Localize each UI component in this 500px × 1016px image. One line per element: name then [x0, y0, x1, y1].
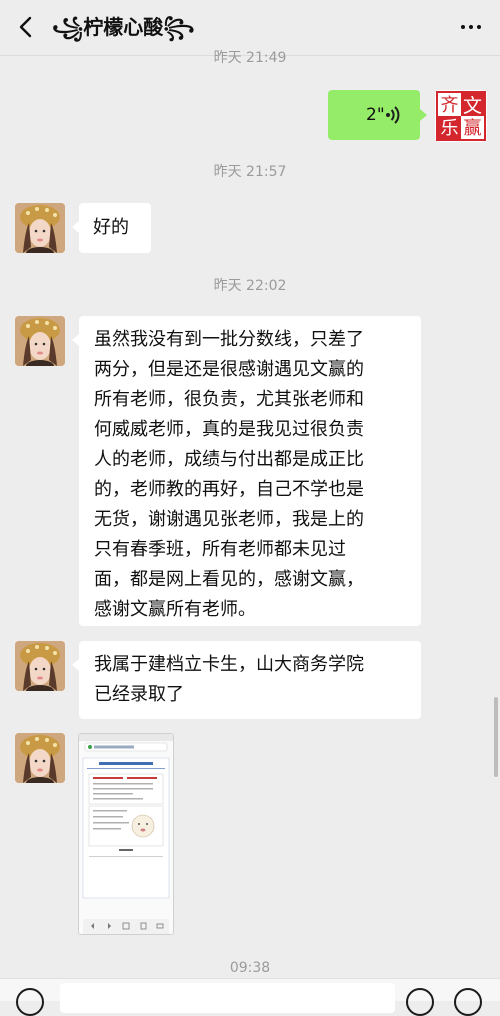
message-input[interactable]	[60, 983, 395, 1013]
more-dots-icon	[461, 25, 465, 29]
message-line: 的，老师教的再好，自己不学也是	[94, 479, 364, 500]
svg-text:乐: 乐	[441, 118, 459, 139]
timestamp: 昨天 22:02	[213, 278, 287, 294]
more-button[interactable]	[456, 14, 486, 40]
avatar-image	[15, 316, 65, 366]
self-avatar-seal[interactable]: 文 赢 齐 乐	[435, 90, 487, 142]
voice-wave-icon	[386, 106, 400, 124]
message-line: 两分，但是还是很感谢遇见文赢的	[94, 359, 364, 380]
back-button[interactable]	[10, 12, 40, 42]
avatar-image	[15, 641, 65, 691]
message-line: 面，都是网上看见的，感谢文赢，	[94, 569, 364, 590]
voice-input-button[interactable]	[16, 988, 44, 1016]
message-bubble[interactable]: 好的	[72, 203, 151, 253]
message-line: 我属于建档立卡生，山大商务学院	[94, 654, 364, 675]
voice-duration: 2"	[366, 105, 385, 125]
plus-button[interactable]	[454, 988, 482, 1016]
voice-message-bubble[interactable]: 2"	[328, 90, 427, 140]
contact-avatar[interactable]	[15, 203, 65, 253]
svg-text:齐: 齐	[441, 95, 459, 116]
message-line: 无货，谢谢遇见张老师，我是上的	[94, 509, 364, 530]
more-dot	[477, 25, 481, 29]
message-line: 感谢文赢所有老师。	[94, 599, 256, 620]
image-message-thumbnail[interactable]	[78, 733, 174, 935]
message-line: 何威威老师，真的是我见过很负责	[94, 419, 364, 440]
chevron-left-icon	[19, 16, 32, 38]
scrollbar[interactable]	[494, 697, 498, 777]
message-line: 已经录取了	[94, 684, 184, 705]
avatar-image	[15, 733, 65, 783]
svg-text:赢: 赢	[464, 117, 482, 139]
message-line: 虽然我没有到一批分数线，只差了	[94, 329, 364, 350]
timestamp: 昨天 21:49	[213, 50, 287, 66]
message-line: 人的老师，成绩与付出都是成正比	[94, 449, 364, 470]
chat-header: ꧁柠檬心酸꧂	[0, 0, 500, 56]
avatar-image	[15, 203, 65, 253]
chat-title: ꧁柠檬心酸꧂	[52, 15, 195, 39]
message-bubble[interactable]: 我属于建档立卡生，山大商务学院 已经录取了	[72, 641, 421, 719]
timestamp: 09:38	[229, 960, 271, 976]
message-text: 好的	[93, 217, 129, 238]
timestamp: 昨天 21:57	[213, 164, 287, 180]
contact-avatar[interactable]	[15, 641, 65, 691]
seal-logo: 文 赢 齐 乐	[436, 91, 486, 141]
message-bubble[interactable]: 虽然我没有到一批分数线，只差了 两分，但是还是很感谢遇见文赢的 所有老师，很负责…	[72, 316, 421, 626]
more-dot	[469, 25, 473, 29]
message-line: 所有老师，很负责，尤其张老师和	[94, 389, 364, 410]
screenshot-thumbnail-image	[79, 734, 173, 934]
emoji-button[interactable]	[406, 988, 434, 1016]
contact-avatar[interactable]	[15, 733, 65, 783]
message-line: 只有春季班，所有老师都未见过	[94, 539, 346, 560]
contact-avatar[interactable]	[15, 316, 65, 366]
svg-text:文: 文	[463, 95, 482, 117]
